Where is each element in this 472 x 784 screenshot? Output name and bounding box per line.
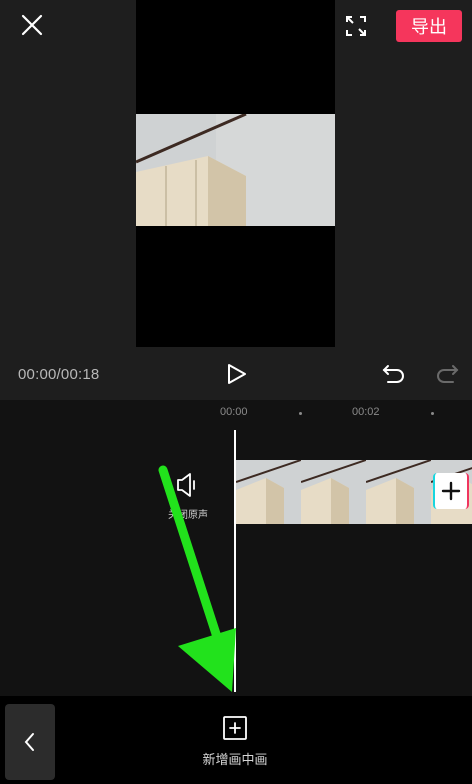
play-icon xyxy=(228,364,246,384)
export-button[interactable]: 导出 xyxy=(396,10,462,42)
preview-frame xyxy=(136,114,335,226)
ruler-label: 00:02 xyxy=(352,406,380,418)
redo-icon xyxy=(437,365,459,383)
chevron-left-icon xyxy=(24,733,34,751)
pip-label: 新增画中画 xyxy=(202,752,268,767)
ruler-label: 00:00 xyxy=(220,406,248,418)
playhead[interactable] xyxy=(234,430,236,692)
mute-original-audio-button[interactable]: 关闭原声 xyxy=(160,470,216,524)
export-label: 导出 xyxy=(411,17,447,37)
close-icon xyxy=(21,14,43,36)
play-button[interactable] xyxy=(222,360,250,388)
fullscreen-expand-icon xyxy=(346,16,366,36)
ruler-dot xyxy=(299,412,302,415)
back-button[interactable] xyxy=(5,704,55,780)
add-square-icon xyxy=(223,716,247,740)
fullscreen-button[interactable] xyxy=(340,10,372,42)
undo-icon xyxy=(382,365,404,383)
speaker-icon xyxy=(177,473,195,497)
clip-thumbnail xyxy=(366,460,431,524)
add-picture-in-picture-button[interactable]: 新增画中画 xyxy=(190,714,280,770)
add-clip-button[interactable] xyxy=(433,473,469,509)
undo-button[interactable] xyxy=(380,360,408,388)
ruler-dot xyxy=(431,412,434,415)
clip-thumbnail xyxy=(236,460,301,524)
timecode: 00:00/00:18 xyxy=(18,366,100,383)
redo-button[interactable] xyxy=(433,360,461,388)
close-button[interactable] xyxy=(12,8,52,44)
clip-thumbnail xyxy=(301,460,366,524)
timeline-panel[interactable]: 00:00 00:02 关闭原声 xyxy=(0,400,472,696)
bottom-toolbar: 新增画中画 xyxy=(0,696,472,784)
mute-label: 关闭原声 xyxy=(168,510,208,521)
video-preview[interactable] xyxy=(136,0,335,347)
plus-icon xyxy=(441,481,461,501)
